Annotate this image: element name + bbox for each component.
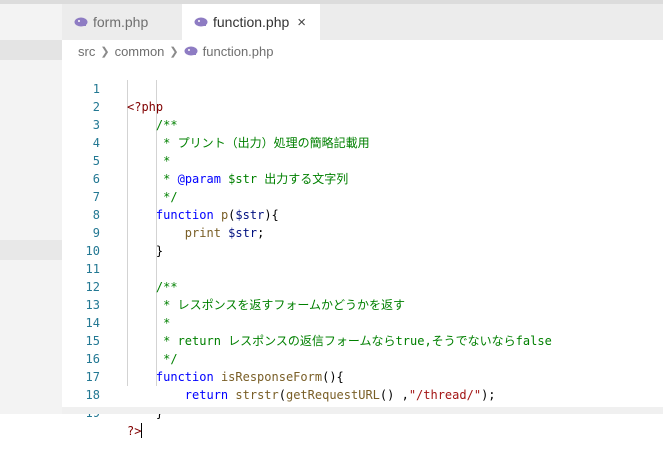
tab-form-php[interactable]: form.php — [62, 4, 182, 40]
editor-tab-bar: form.php function.php × — [62, 4, 663, 40]
code-editor[interactable]: 1 <?php 2 /** 3 * プリント（出力）処理の簡略記載用 4 * 5… — [62, 62, 663, 438]
php-file-icon — [184, 46, 198, 56]
code-line[interactable]: 19 ?> — [62, 386, 663, 438]
code-line[interactable]: 6 */ — [62, 152, 663, 204]
code-line[interactable]: 5 * @param $str 出力する文字列 — [62, 134, 663, 186]
tab-function-php[interactable]: function.php × — [182, 4, 320, 40]
breadcrumb-file-label: function.php — [202, 43, 274, 59]
code-line[interactable]: 13 * — [62, 278, 663, 330]
code-line[interactable]: 4 * — [62, 116, 663, 168]
code-line[interactable]: 14 * return レスポンスの返信フォームならtrue,そうでないならfa… — [62, 296, 663, 348]
breadcrumb-item-common[interactable]: common — [115, 44, 165, 59]
code-line[interactable]: 18 } — [62, 368, 663, 420]
horizontal-scrollbar[interactable] — [62, 407, 663, 414]
code-line[interactable]: 12 * レスポンスを返すフォームかどうかを返す — [62, 260, 663, 312]
code-line[interactable]: 10 — [62, 224, 663, 258]
code-line[interactable]: 1 <?php — [62, 62, 663, 114]
php-file-icon — [194, 17, 208, 27]
code-line[interactable]: 9 } — [62, 206, 663, 258]
code-line[interactable]: 3 * プリント（出力）処理の簡略記載用 — [62, 98, 663, 150]
text-cursor — [141, 423, 143, 438]
sidebar-hover-row[interactable] — [0, 240, 62, 260]
code-line[interactable]: 7 function p($str){ — [62, 170, 663, 222]
sidebar-selected-row[interactable] — [0, 40, 62, 60]
breadcrumb-item-src[interactable]: src — [78, 44, 95, 59]
close-icon[interactable]: × — [297, 14, 306, 31]
code-line[interactable]: 15 */ — [62, 314, 663, 366]
tab-label: function.php — [213, 14, 290, 30]
code-line[interactable]: 2 /** — [62, 80, 663, 132]
breadcrumb-item-file[interactable]: function.php — [184, 43, 274, 59]
chevron-right-icon: ❯ — [169, 45, 179, 58]
chevron-right-icon: ❯ — [100, 45, 110, 58]
php-file-icon — [74, 17, 88, 27]
breadcrumb: src ❯ common ❯ function.php — [62, 40, 663, 62]
tab-label: form.php — [93, 14, 149, 30]
code-line[interactable]: 17 return strstr(getRequestURL() ,"/thre… — [62, 350, 663, 402]
explorer-sidebar — [0, 4, 62, 414]
code-text: ?> — [127, 423, 143, 438]
code-line[interactable]: 16 function isResponseForm(){ — [62, 332, 663, 384]
code-line[interactable]: 8 print $str; — [62, 188, 663, 240]
code-line[interactable]: 11 /** — [62, 242, 663, 294]
